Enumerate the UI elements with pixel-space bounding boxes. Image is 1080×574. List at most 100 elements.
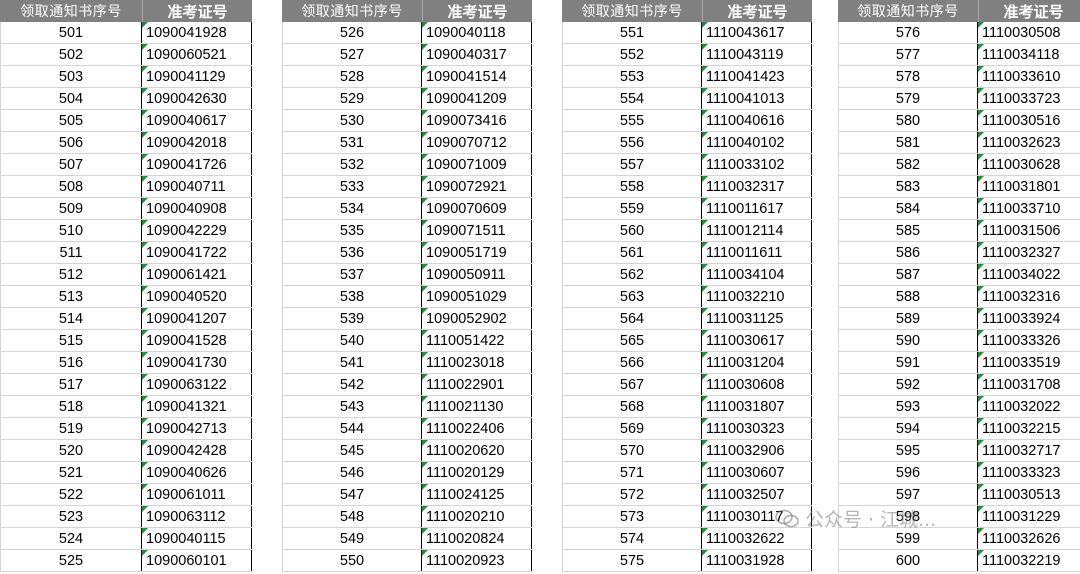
exam-id-cell[interactable]: 1090041209 (422, 88, 532, 109)
seq-cell[interactable]: 548 (282, 506, 422, 527)
exam-id-cell[interactable]: 1090040711 (142, 176, 252, 197)
exam-id-cell[interactable]: 1110030508 (978, 22, 1080, 43)
seq-cell[interactable]: 504 (0, 88, 142, 109)
seq-cell[interactable]: 582 (838, 154, 978, 175)
seq-cell[interactable]: 590 (838, 330, 978, 351)
seq-cell[interactable]: 538 (282, 286, 422, 307)
seq-cell[interactable]: 539 (282, 308, 422, 329)
exam-id-cell[interactable]: 1110033723 (978, 88, 1080, 109)
exam-id-cell[interactable]: 1110030513 (978, 484, 1080, 505)
exam-id-cell[interactable]: 1090041321 (142, 396, 252, 417)
exam-id-cell[interactable]: 1090042630 (142, 88, 252, 109)
exam-id-cell[interactable]: 1090061421 (142, 264, 252, 285)
seq-cell[interactable]: 536 (282, 242, 422, 263)
exam-id-cell[interactable]: 1090042018 (142, 132, 252, 153)
exam-id-cell[interactable]: 1090052902 (422, 308, 532, 329)
exam-id-cell[interactable]: 1110022901 (422, 374, 532, 395)
exam-id-cell[interactable]: 1090060101 (142, 550, 252, 571)
seq-cell[interactable]: 502 (0, 44, 142, 65)
exam-id-cell[interactable]: 1110031807 (702, 396, 812, 417)
exam-id-cell[interactable]: 1110020210 (422, 506, 532, 527)
seq-cell[interactable]: 501 (0, 22, 142, 43)
seq-cell[interactable]: 530 (282, 110, 422, 131)
exam-id-cell[interactable]: 1090042713 (142, 418, 252, 439)
exam-id-cell[interactable]: 1110041423 (702, 66, 812, 87)
exam-id-cell[interactable]: 1110020620 (422, 440, 532, 461)
seq-cell[interactable]: 503 (0, 66, 142, 87)
seq-cell[interactable]: 554 (562, 88, 702, 109)
seq-cell[interactable]: 571 (562, 462, 702, 483)
exam-id-cell[interactable]: 1110040616 (702, 110, 812, 131)
seq-cell[interactable]: 575 (562, 550, 702, 571)
exam-id-cell[interactable]: 1110032317 (702, 176, 812, 197)
seq-cell[interactable]: 558 (562, 176, 702, 197)
seq-cell[interactable]: 565 (562, 330, 702, 351)
exam-id-cell[interactable]: 1090051029 (422, 286, 532, 307)
exam-id-cell[interactable]: 1110041013 (702, 88, 812, 109)
seq-cell[interactable]: 511 (0, 242, 142, 263)
exam-id-cell[interactable]: 1110034104 (702, 264, 812, 285)
exam-id-cell[interactable]: 1110043119 (702, 44, 812, 65)
seq-cell[interactable]: 584 (838, 198, 978, 219)
seq-cell[interactable]: 600 (838, 550, 978, 571)
seq-cell[interactable]: 594 (838, 418, 978, 439)
exam-id-cell[interactable]: 1090041730 (142, 352, 252, 373)
seq-cell[interactable]: 579 (838, 88, 978, 109)
seq-cell[interactable]: 587 (838, 264, 978, 285)
seq-cell[interactable]: 592 (838, 374, 978, 395)
exam-id-cell[interactable]: 1090063112 (142, 506, 252, 527)
exam-id-cell[interactable]: 1090060521 (142, 44, 252, 65)
seq-cell[interactable]: 524 (0, 528, 142, 549)
seq-cell[interactable]: 547 (282, 484, 422, 505)
seq-cell[interactable]: 546 (282, 462, 422, 483)
exam-id-cell[interactable]: 1090041726 (142, 154, 252, 175)
exam-id-cell[interactable]: 1090041928 (142, 22, 252, 43)
exam-id-cell[interactable]: 1090040908 (142, 198, 252, 219)
seq-cell[interactable]: 589 (838, 308, 978, 329)
exam-id-cell[interactable]: 1110030608 (702, 374, 812, 395)
seq-cell[interactable]: 510 (0, 220, 142, 241)
seq-cell[interactable]: 568 (562, 396, 702, 417)
seq-cell[interactable]: 595 (838, 440, 978, 461)
seq-cell[interactable]: 523 (0, 506, 142, 527)
exam-id-cell[interactable]: 1090042428 (142, 440, 252, 461)
exam-id-cell[interactable]: 1110023018 (422, 352, 532, 373)
seq-cell[interactable]: 576 (838, 22, 978, 43)
seq-cell[interactable]: 521 (0, 462, 142, 483)
seq-cell[interactable]: 559 (562, 198, 702, 219)
exam-id-cell[interactable]: 1110032219 (978, 550, 1080, 571)
exam-id-cell[interactable]: 1110030323 (702, 418, 812, 439)
exam-id-cell[interactable]: 1090040118 (422, 22, 532, 43)
exam-id-cell[interactable]: 1110043617 (702, 22, 812, 43)
seq-cell[interactable]: 562 (562, 264, 702, 285)
exam-id-cell[interactable]: 1090072921 (422, 176, 532, 197)
exam-id-cell[interactable]: 1090040626 (142, 462, 252, 483)
exam-id-cell[interactable]: 1110031506 (978, 220, 1080, 241)
seq-cell[interactable]: 506 (0, 132, 142, 153)
exam-id-cell[interactable]: 1090071511 (422, 220, 532, 241)
exam-id-cell[interactable]: 1090041129 (142, 66, 252, 87)
exam-id-cell[interactable]: 1110031801 (978, 176, 1080, 197)
seq-cell[interactable]: 573 (562, 506, 702, 527)
exam-id-cell[interactable]: 1110033610 (978, 66, 1080, 87)
seq-cell[interactable]: 593 (838, 396, 978, 417)
exam-id-cell[interactable]: 1110034022 (978, 264, 1080, 285)
seq-cell[interactable]: 578 (838, 66, 978, 87)
seq-cell[interactable]: 563 (562, 286, 702, 307)
seq-cell[interactable]: 577 (838, 44, 978, 65)
exam-id-cell[interactable]: 1110032022 (978, 396, 1080, 417)
exam-id-cell[interactable]: 1110032215 (978, 418, 1080, 439)
exam-id-cell[interactable]: 1090070712 (422, 132, 532, 153)
exam-id-cell[interactable]: 1110051422 (422, 330, 532, 351)
seq-cell[interactable]: 588 (838, 286, 978, 307)
exam-id-cell[interactable]: 1090041528 (142, 330, 252, 351)
seq-cell[interactable]: 535 (282, 220, 422, 241)
exam-id-cell[interactable]: 1090051719 (422, 242, 532, 263)
seq-cell[interactable]: 550 (282, 550, 422, 571)
seq-cell[interactable]: 514 (0, 308, 142, 329)
seq-cell[interactable]: 526 (282, 22, 422, 43)
seq-cell[interactable]: 529 (282, 88, 422, 109)
seq-cell[interactable]: 542 (282, 374, 422, 395)
exam-id-cell[interactable]: 1110032906 (702, 440, 812, 461)
seq-cell[interactable]: 513 (0, 286, 142, 307)
